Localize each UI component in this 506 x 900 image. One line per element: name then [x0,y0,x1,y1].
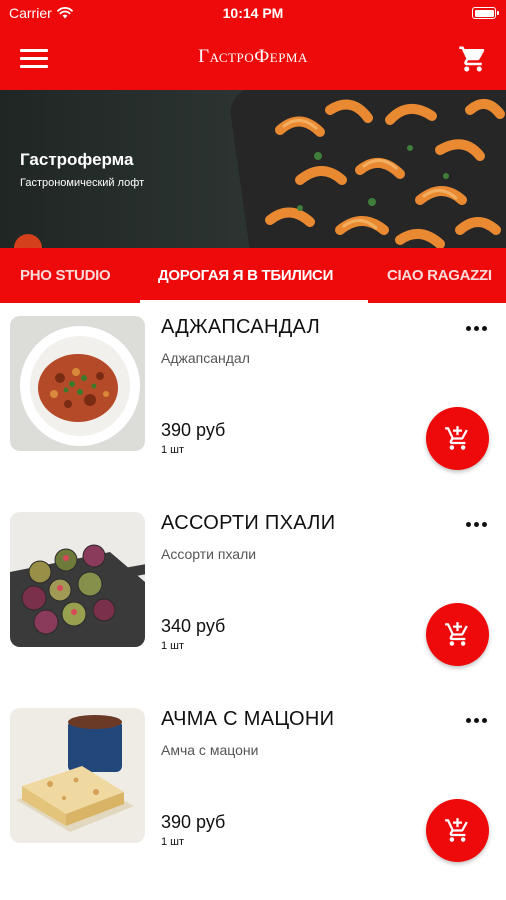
item-description: Амча с мацони [161,742,259,758]
cart-icon[interactable] [458,44,488,74]
more-horizontal-icon[interactable] [466,718,488,724]
item-quantity: 1 шт [161,444,185,456]
hero-title: Гастроферма [20,150,134,169]
status-time: 10:14 PM [222,5,284,21]
more-horizontal-icon[interactable] [466,522,488,528]
item-description: Ассорти пхали [161,546,257,562]
battery-icon [472,7,499,19]
dish-image-adzhapsandal [10,316,145,451]
add-shopping-cart-icon [445,426,468,450]
status-bar: Carrier 10:14 PM [0,0,506,28]
item-name: АССОРТИ ПХАЛИ [161,512,336,534]
item-description: Аджапсандал [161,350,250,366]
menu-item[interactable]: АССОРТИ ПХАЛИ Ассорти пхали 340 руб 1 шт [0,500,506,696]
tab-pho-studio[interactable]: PHO STUDIO [20,248,111,303]
app-bar: ГастроФерма [0,28,506,90]
item-name: АДЖАПСАНДАЛ [161,316,321,338]
hero-subtitle: Гастрономический лофт [20,177,145,189]
hero-banner: Гастроферма Гастрономический лофт [0,90,506,248]
item-quantity: 1 шт [161,836,185,848]
category-tabs: PHO STUDIO ДОРОГАЯ Я В ТБИЛИСИ CIAO RAGA… [0,248,506,303]
item-price: 390 руб [161,812,226,832]
tab-ciao-ragazzi[interactable]: CIAO RAGAZZI [387,248,492,303]
dish-image-assorti-pkhali [10,512,145,647]
item-price: 390 руб [161,420,226,440]
menu-item[interactable]: АДЖАПСАНДАЛ Аджапсандал 390 руб 1 шт [0,304,506,500]
dish-image-achma-s-matsoni [10,708,145,843]
menu-item[interactable]: АЧМА С МАЦОНИ Амча с мацони 390 руб 1 шт [0,696,506,892]
item-quantity: 1 шт [161,640,185,652]
app-title: ГастроФерма [198,46,308,67]
add-to-cart-button[interactable] [426,603,489,666]
add-shopping-cart-icon [445,622,468,646]
more-horizontal-icon[interactable] [466,326,488,332]
item-name: АЧМА С МАЦОНИ [161,708,335,730]
add-to-cart-button[interactable] [426,799,489,862]
item-price: 340 руб [161,616,226,636]
tab-dorogaya-ya-v-tbilisi[interactable]: ДОРОГАЯ Я В ТБИЛИСИ [158,248,333,303]
add-shopping-cart-icon [445,818,468,842]
add-to-cart-button[interactable] [426,407,489,470]
